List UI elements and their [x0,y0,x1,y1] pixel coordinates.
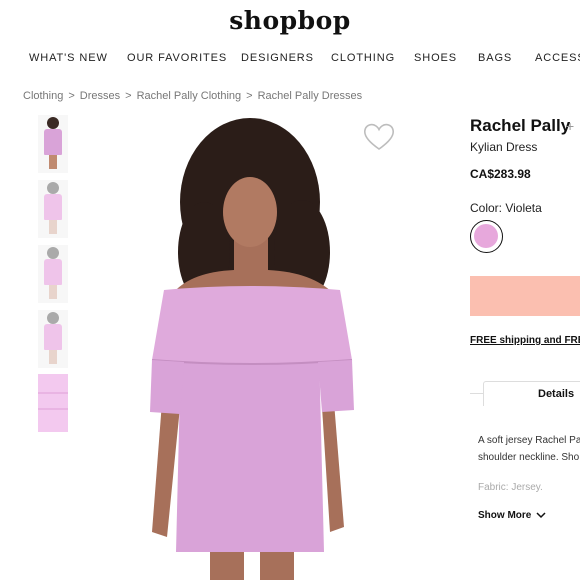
shopbop-logo[interactable]: shopbop [0,6,580,35]
main-nav: WHAT'S NEW OUR FAVORITES DESIGNERS CLOTH… [0,52,580,68]
product-price: CA$283.98 [470,167,531,181]
product-main-image[interactable] [112,112,412,580]
nav-whats-new[interactable]: WHAT'S NEW [29,52,108,64]
thumb-legs [49,220,57,234]
nav-accessories[interactable]: ACCESS [535,52,580,64]
color-swatch-violeta[interactable] [470,220,503,253]
nav-shoes[interactable]: SHOES [414,52,457,64]
thumb-hair [47,247,59,259]
nav-bags[interactable]: BAGS [478,52,512,64]
breadcrumb-dresses[interactable]: Dresses [80,90,120,102]
thumbnail-3[interactable] [38,245,68,303]
heart-icon[interactable] [362,122,396,152]
thumb-legs [49,285,57,299]
thumb-dress [44,324,62,350]
tab-details-label: Details [538,388,575,400]
thumb-dress [44,259,62,285]
product-name: Kylian Dress [470,140,538,154]
product-brand[interactable]: Rachel Pally [470,116,570,136]
dress-ruffle [152,286,352,364]
thumbnail-5-fabric-detail[interactable] [38,374,68,432]
description-line: A soft jersey Rachel Pa [478,435,580,446]
thumb-legs [49,155,57,169]
breadcrumb-separator: > [125,90,132,102]
breadcrumb-clothing[interactable]: Clothing [23,90,63,102]
product-description: A soft jersey Rachel Pa shoulder necklin… [478,432,580,466]
thumb-dress [44,129,62,155]
chevron-down-icon [536,512,546,518]
show-more-button[interactable]: Show More [478,510,546,521]
thumb-hair [47,117,59,129]
thumb-hair [47,312,59,324]
thumb-hair [47,182,59,194]
breadcrumb-separator: > [246,90,253,102]
tab-details[interactable]: Details [483,381,580,406]
nav-our-favorites[interactable]: OUR FAVORITES [127,52,227,64]
fabric-info: Fabric: Jersey. [478,482,543,493]
breadcrumb-rachel-pally-clothing[interactable]: Rachel Pally Clothing [137,90,242,102]
breadcrumb-separator: > [68,90,75,102]
thumbnail-4[interactable] [38,310,68,368]
follow-brand-plus[interactable]: + [566,118,574,134]
thumbnail-1[interactable] [38,115,68,173]
model-face [223,177,277,247]
thumbnail-2[interactable] [38,180,68,238]
nav-designers[interactable]: DESIGNERS [241,52,314,64]
breadcrumb: Clothing > Dresses > Rachel Pally Clothing > R… [23,90,362,102]
swatch-fill [474,224,498,248]
fabric-fold [38,408,68,410]
color-label: Color: Violeta [470,201,542,215]
logo-text: shopbop [229,6,351,35]
breadcrumb-rachel-pally-dresses[interactable]: Rachel Pally Dresses [258,90,363,102]
free-shipping-link[interactable]: FREE shipping and FREE [470,335,580,346]
fabric-fold [38,392,68,394]
nav-clothing[interactable]: CLOTHING [331,52,395,64]
description-line: shoulder neckline. Sho [478,452,580,463]
add-to-bag-button[interactable] [470,276,580,316]
tab-divider-left [470,393,484,394]
thumb-legs [49,350,57,364]
thumb-dress [44,194,62,220]
show-more-label: Show More [478,510,532,521]
